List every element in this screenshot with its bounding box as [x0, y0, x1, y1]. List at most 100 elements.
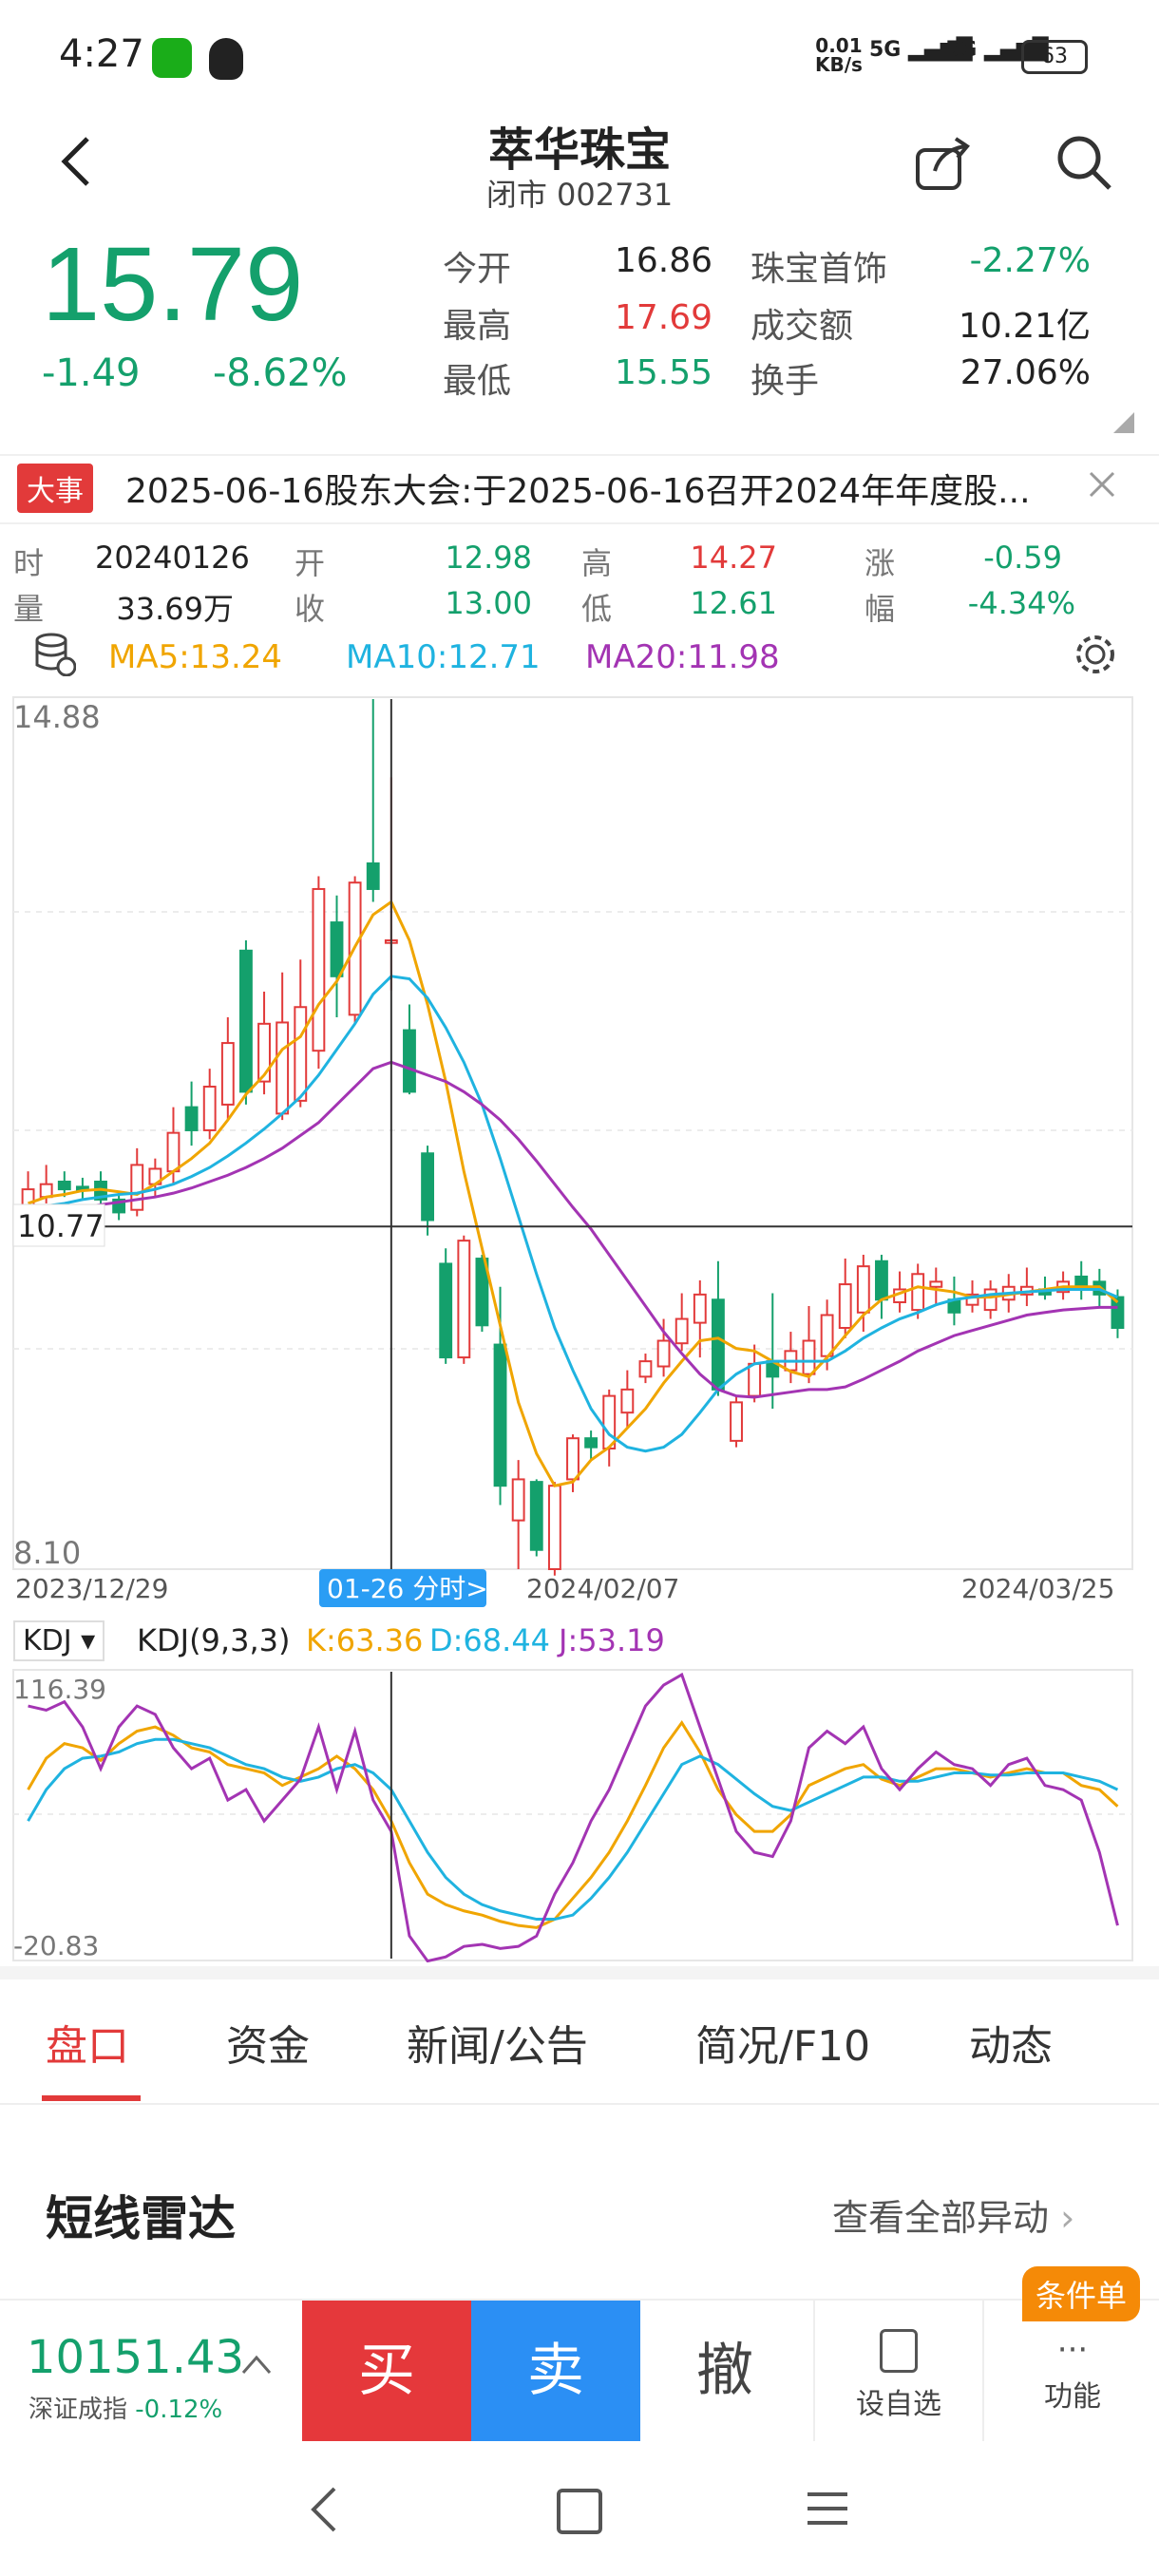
- buy-button[interactable]: 买: [302, 2301, 471, 2441]
- tab-dynamics[interactable]: 动态: [969, 2012, 1053, 2073]
- candle-body: [929, 1280, 943, 1288]
- y-bottom-label: 8.10: [13, 1535, 81, 1571]
- kdj-title: KDJ(9,3,3): [137, 1622, 291, 1658]
- candle-body: [403, 1029, 416, 1093]
- bar-pct: -4.34%: [967, 585, 1075, 621]
- bar-vol: 33.69万: [116, 591, 234, 627]
- sector-label[interactable]: 珠宝首饰: [750, 241, 887, 291]
- candle-body: [493, 1343, 507, 1487]
- tab-handicap[interactable]: 盘口: [46, 2012, 129, 2073]
- candle-body: [457, 1240, 471, 1359]
- candle-body: [202, 1086, 217, 1131]
- candle-body: [802, 1339, 816, 1375]
- candle-body: [529, 1481, 543, 1551]
- nav-home-icon[interactable]: [557, 2489, 602, 2534]
- kdj-y-top: 116.39: [13, 1674, 106, 1705]
- candle-body: [184, 1106, 199, 1131]
- share-icon[interactable]: [912, 133, 973, 194]
- low-label: 最低: [443, 362, 512, 401]
- bar-time-label: 时: [13, 545, 45, 581]
- stock-name: 萃华珠宝: [487, 123, 671, 177]
- tab-active-indicator: [42, 2095, 141, 2101]
- settings-gear-icon[interactable]: [1072, 631, 1119, 678]
- amount-label: 成交额: [750, 307, 854, 346]
- candle-body: [730, 1401, 743, 1442]
- ma10-label: MA10:12.71: [346, 638, 541, 676]
- x-label-end: 2024/03/25: [961, 1573, 1114, 1604]
- ma20-label: MA20:11.98: [585, 638, 780, 676]
- bar-open-label: 开: [294, 545, 326, 581]
- candle-body: [421, 1152, 435, 1222]
- sell-button[interactable]: 卖: [471, 2301, 640, 2441]
- open-value: 16.86: [614, 241, 712, 280]
- more-functions-button[interactable]: ··· 功能: [982, 2301, 1159, 2441]
- tabs-divider: [0, 1966, 1159, 1979]
- bar-low-label: 低: [581, 591, 613, 627]
- news-text[interactable]: 2025-06-16股东大会:于2025-06-16召开2024年年度股...: [125, 464, 1075, 513]
- candle-body: [911, 1273, 925, 1312]
- bar-high-label: 高: [581, 545, 613, 581]
- nav-menu-icon[interactable]: [808, 2489, 847, 2529]
- bar-chg: -0.59: [983, 540, 1062, 576]
- bar-vol-label: 量: [13, 591, 45, 627]
- radar-view-all-link[interactable]: 查看全部异动 ›: [832, 2188, 1074, 2241]
- candle-body: [566, 1437, 580, 1481]
- crosshair-date-label[interactable]: 01-26 分时>: [327, 1573, 488, 1604]
- candle-body: [330, 921, 344, 977]
- qq-icon: [209, 38, 243, 80]
- stock-subtitle: 闭市 002731: [485, 177, 674, 213]
- bar-open: 12.98: [445, 540, 532, 576]
- bar-low: 12.61: [690, 585, 777, 621]
- status-bar: 4:27 0.01 KB/s 5G ▂▄▆█ 5G ▂▄▆█ 63: [0, 0, 1159, 114]
- candle-body: [294, 1006, 308, 1102]
- conditional-order-badge[interactable]: 条件单: [1022, 2266, 1141, 2321]
- watchlist-button[interactable]: 设自选: [813, 2301, 982, 2441]
- bar-close-label: 收: [294, 591, 326, 627]
- status-time: 4:27: [59, 32, 144, 76]
- candle-body: [166, 1131, 180, 1173]
- expand-corner-icon[interactable]: [1113, 412, 1134, 433]
- tab-news[interactable]: 新闻/公告: [407, 2012, 588, 2073]
- candle-body: [276, 1021, 290, 1115]
- battery-icon: 63: [1021, 40, 1088, 74]
- price-change-pct: -8.62%: [213, 351, 348, 395]
- candle-body: [875, 1260, 888, 1301]
- tab-profile[interactable]: 简况/F10: [695, 2012, 870, 2073]
- bar-chg-label: 涨: [864, 545, 896, 581]
- candle-body: [584, 1437, 598, 1449]
- cancel-button[interactable]: 撤: [640, 2301, 809, 2441]
- nav-back-icon[interactable]: [306, 2485, 344, 2534]
- tab-funds[interactable]: 资金: [226, 2012, 310, 2073]
- database-icon[interactable]: [34, 633, 77, 677]
- candle-body: [983, 1288, 998, 1312]
- candle-body: [130, 1164, 144, 1211]
- kdj-j-line: [28, 1672, 1119, 1962]
- chevron-right-icon: ›: [1060, 2197, 1075, 2239]
- sector-change: -2.27%: [969, 241, 1091, 280]
- candle-body: [820, 1314, 834, 1357]
- ma10-line: [28, 975, 1119, 1453]
- wechat-icon: [152, 38, 192, 78]
- kdj-d-label: D:68.44: [429, 1622, 551, 1658]
- kdj-chart[interactable]: 116.39 -20.83: [0, 1668, 1159, 1962]
- low-value: 15.55: [614, 353, 712, 392]
- candlestick-chart[interactable]: 14.88 8.10 2023/12/29 2024/02/07 2024/03…: [0, 693, 1159, 1615]
- search-icon[interactable]: [1054, 133, 1115, 194]
- tabs-bottom-line: [0, 2103, 1159, 2105]
- radar-title: 短线雷达: [46, 2191, 236, 2246]
- bar-high: 14.27: [690, 540, 777, 576]
- chevron-up-icon[interactable]: [239, 2352, 274, 2377]
- bar-time: 20240126: [95, 540, 250, 576]
- candle-body: [638, 1360, 653, 1378]
- candle-body: [656, 1339, 671, 1368]
- price-change: -1.49: [42, 351, 141, 395]
- indicator-selector[interactable]: KDJ ▾: [13, 1620, 105, 1661]
- current-price: 15.79: [42, 226, 304, 343]
- kdj-j-label: J:53.19: [559, 1622, 665, 1658]
- candle-body: [602, 1394, 617, 1450]
- index-value[interactable]: 10151.43: [27, 2331, 244, 2384]
- amount-value: 10.21亿: [958, 307, 1091, 346]
- bar-close: 13.00: [445, 585, 532, 621]
- high-label: 最高: [443, 307, 512, 346]
- close-icon[interactable]: [1087, 469, 1117, 500]
